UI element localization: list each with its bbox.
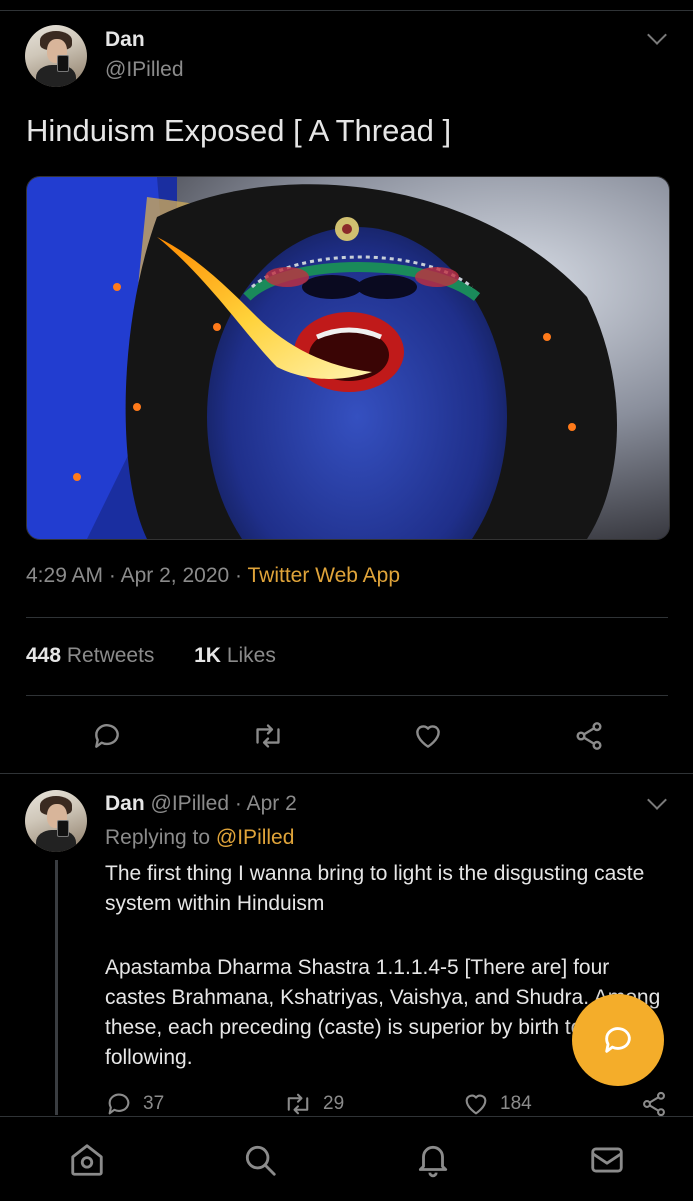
speech-bubble-icon	[108, 1093, 130, 1115]
tweet-stats: 448 Retweets 1K Likes	[26, 644, 276, 668]
nav-notifications[interactable]	[414, 1141, 452, 1184]
share-icon	[643, 1091, 665, 1117]
heart-icon	[465, 1094, 487, 1115]
reply-share-button[interactable]	[640, 1090, 668, 1118]
tweet-date[interactable]: Apr 2, 2020	[121, 564, 230, 587]
tweet-image[interactable]	[26, 176, 670, 540]
retweet-button[interactable]	[251, 720, 285, 757]
reply-like-button[interactable]: 184	[462, 1090, 532, 1118]
replying-to: Replying to @IPilled	[105, 826, 294, 850]
avatar[interactable]	[25, 25, 87, 87]
likes-count: 1K	[194, 644, 221, 667]
reply-date[interactable]: · Apr 2	[235, 792, 297, 815]
chevron-down-icon[interactable]	[647, 790, 667, 810]
tweet-source[interactable]: Twitter Web App	[248, 564, 401, 587]
divider	[26, 617, 668, 618]
like-count: 184	[500, 1093, 532, 1114]
reply-retweet-button[interactable]: 29	[283, 1090, 344, 1118]
chevron-down-icon[interactable]	[647, 25, 667, 45]
mail-icon	[591, 1147, 623, 1173]
like-button[interactable]	[412, 720, 444, 757]
compose-button[interactable]	[572, 994, 664, 1086]
retweets-stat[interactable]: 448 Retweets	[26, 644, 154, 667]
meta-separator: ·	[235, 564, 243, 587]
nav-messages[interactable]	[588, 1141, 626, 1184]
retweet-icon	[256, 724, 280, 748]
bottom-nav	[0, 1116, 693, 1201]
thread-line	[55, 860, 58, 1115]
replying-prefix: Replying to	[105, 826, 211, 849]
top-divider	[0, 10, 693, 11]
compose-reply-icon	[605, 1027, 631, 1053]
reply-count: 37	[143, 1093, 165, 1114]
retweet-icon	[287, 1093, 309, 1115]
retweet-count: 29	[323, 1093, 345, 1114]
reply-paragraph-1: The first thing I wanna bring to light i…	[105, 862, 645, 915]
reply-author-handle[interactable]: @IPilled	[151, 792, 230, 815]
heart-icon	[416, 725, 440, 748]
author-handle[interactable]: @IPilled	[105, 58, 184, 82]
tweet-time[interactable]: 4:29 AM	[26, 564, 103, 587]
nav-search[interactable]	[241, 1141, 279, 1184]
share-icon	[576, 722, 602, 750]
kali-face-photo	[27, 177, 669, 539]
author-name[interactable]: Dan	[105, 28, 145, 52]
speech-bubble-icon	[95, 724, 119, 748]
reply-header: Dan @IPilled · Apr 2	[105, 792, 297, 816]
bell-icon	[418, 1145, 448, 1178]
reply-button[interactable]	[91, 720, 123, 757]
search-icon	[245, 1145, 276, 1176]
retweets-label: Retweets	[66, 644, 155, 667]
likes-label: Likes	[226, 644, 276, 667]
reply-author-name[interactable]: Dan	[105, 792, 145, 815]
reply-reply-button[interactable]: 37	[105, 1090, 164, 1118]
divider	[0, 773, 693, 774]
avatar[interactable]	[25, 790, 87, 852]
replying-handle[interactable]: @IPilled	[216, 826, 295, 849]
retweets-count: 448	[26, 644, 62, 667]
meta-separator: ·	[108, 564, 116, 587]
tweet-text: Hinduism Exposed [ A Thread ]	[26, 113, 452, 148]
home-icon	[71, 1144, 103, 1176]
likes-stat[interactable]: 1K Likes	[194, 644, 276, 667]
tweet-meta: 4:29 AM · Apr 2, 2020 · Twitter Web App	[26, 564, 400, 588]
share-button[interactable]	[573, 720, 605, 757]
nav-home[interactable]	[68, 1141, 106, 1184]
divider	[26, 695, 668, 696]
